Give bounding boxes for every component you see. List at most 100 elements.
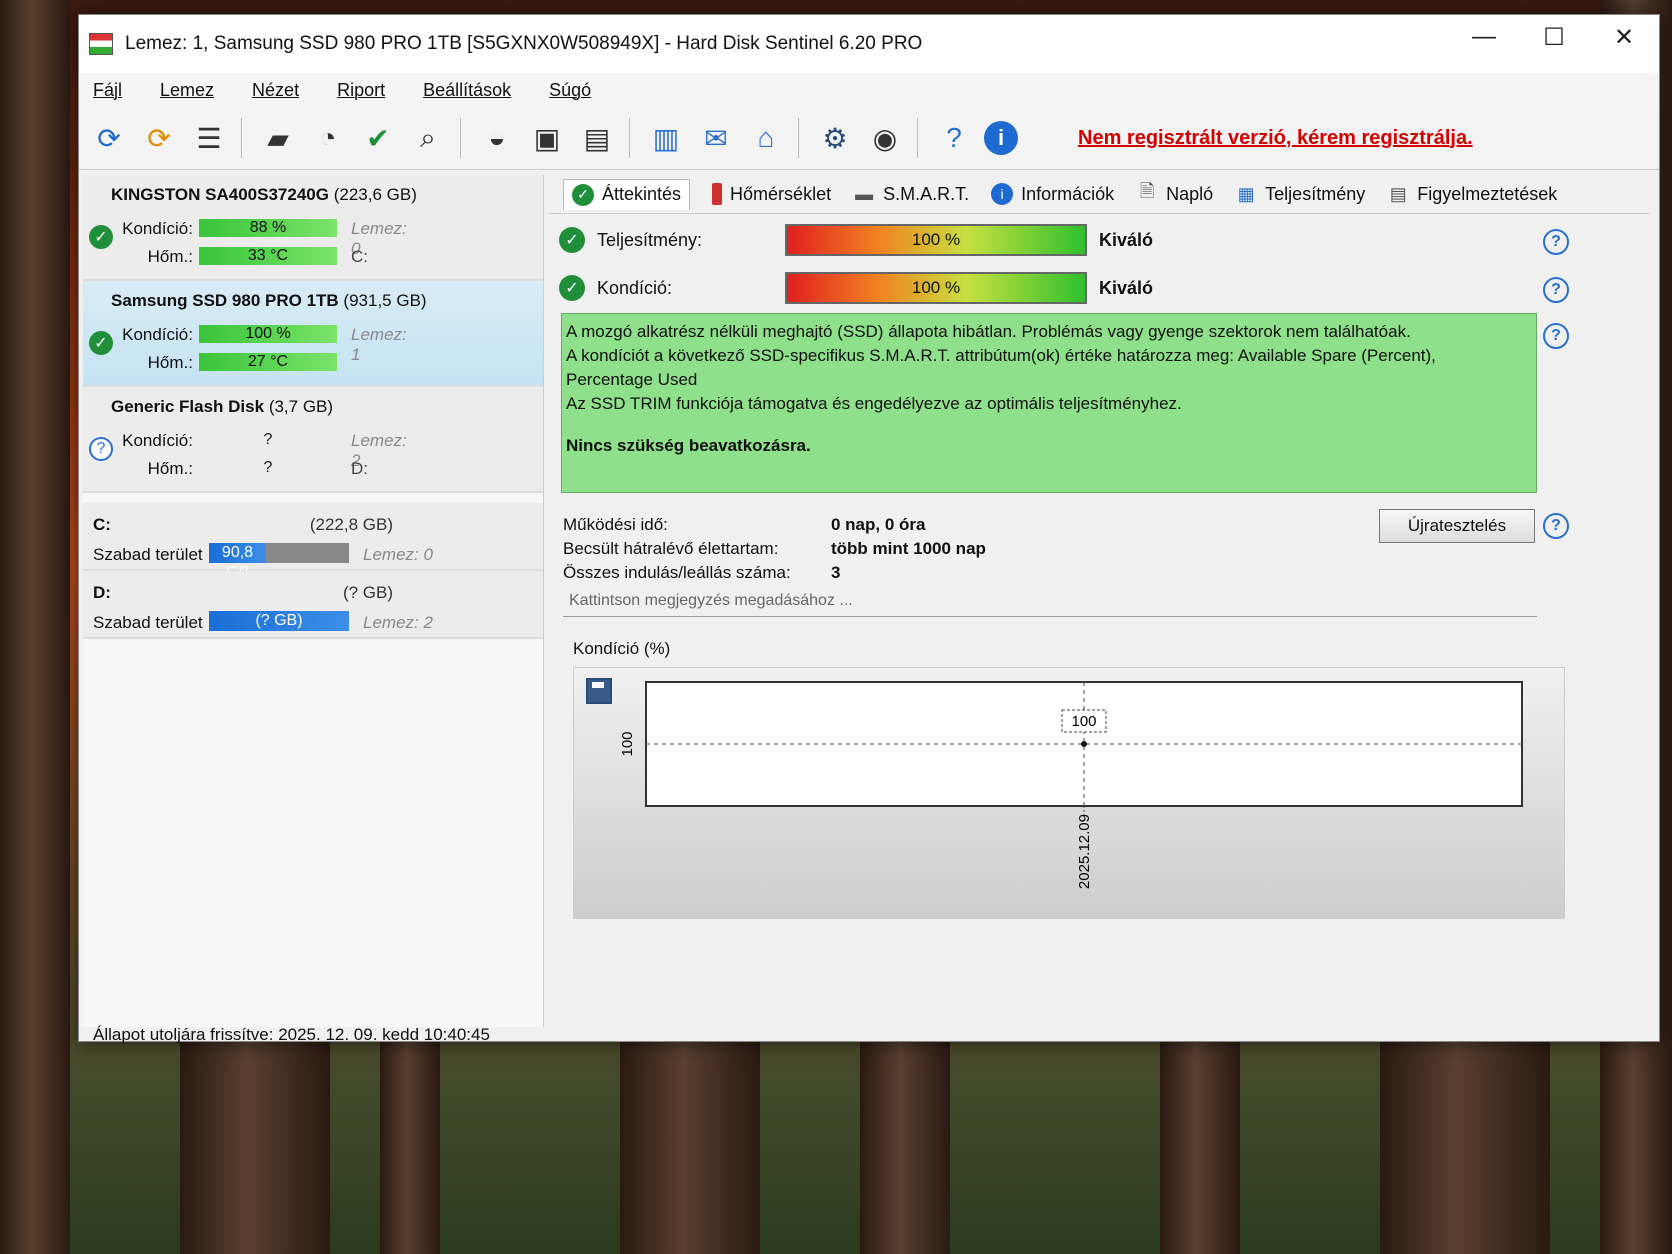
data-label: 100 [1071, 713, 1096, 730]
drive-icon[interactable]: ▰ [258, 118, 298, 158]
disk-item-samsung[interactable]: Samsung SSD 980 PRO 1TB (931,5 GB) ✓ Kon… [83, 281, 543, 387]
disk-size: (3,7 GB) [268, 397, 334, 416]
condition-label: Kondíció: [597, 277, 673, 298]
performance-label: Teljesítmény: [597, 229, 703, 250]
tab-alerts[interactable]: ▤ Figyelmeztetések [1387, 183, 1558, 205]
tab-overview[interactable]: ✓ Áttekintés [563, 178, 691, 210]
disk-stats: Működési idő: 0 nap, 0 óra Becsült hátral… [563, 515, 986, 587]
temp-bar: ? [263, 459, 273, 476]
tab-temperature[interactable]: Hőmérséklet [712, 183, 831, 205]
condition-bar: 88 % [199, 219, 337, 237]
report-icon[interactable]: ▥ [646, 118, 686, 158]
condition-label: Kondíció: [122, 219, 193, 238]
x-tick-label: 2025.12.09 [1076, 814, 1093, 889]
temp-bar: 33 °C [199, 247, 337, 265]
email-icon[interactable]: ✉ [696, 118, 736, 158]
help-icon[interactable]: ? [1543, 513, 1569, 539]
partition-c[interactable]: C: (222,8 GB) Szabad terület 90,8 GB Lem… [83, 503, 543, 581]
check-icon: ✓ [572, 183, 594, 206]
help-icon[interactable]: ? [1543, 277, 1569, 303]
register-link[interactable]: Nem regisztrált verzió, kérem regisztrál… [1078, 127, 1473, 150]
disk-size: (931,5 GB) [343, 291, 427, 310]
minimize-button[interactable]: — [1449, 15, 1519, 59]
help-icon[interactable]: ? [1543, 229, 1569, 255]
tab-information[interactable]: i Információk [991, 183, 1114, 205]
condition-chart: Kondíció (%) 100 100 2025.12.09 [563, 627, 1565, 919]
help-icon[interactable]: ? [934, 118, 974, 158]
drive-clock-icon[interactable]: ◔ [308, 118, 348, 158]
app-icon [89, 33, 113, 55]
tab-log[interactable]: 🗎 Napló [1136, 181, 1213, 205]
temp-label: Hőm.: [147, 247, 193, 266]
menu-settings[interactable]: Beállítások [423, 80, 511, 101]
menu-view[interactable]: Nézet [252, 80, 299, 101]
toolbar: ⟳ ⟳ ☰ ▰ ◔ ✔ ⌕ ◒ ▣ ▤ ▥ ✉ ⌂ ⚙ ◉ ? i Nem re… [79, 107, 1659, 170]
disk-item-kingston[interactable]: KINGSTON SA400S37240G (223,6 GB) ✓ Kondí… [83, 175, 543, 281]
retest-button[interactable]: Újratesztelés [1379, 509, 1535, 543]
chart-title: Kondíció (%) [573, 639, 671, 658]
partition-size: (? GB) [342, 583, 393, 602]
disk-name: KINGSTON SA400S37240G [111, 185, 329, 204]
info-icon[interactable]: i [984, 121, 1018, 155]
close-button[interactable]: ✕ [1589, 15, 1659, 59]
start-count-value: 3 [831, 563, 841, 582]
free-space-bar: 90,8 GB [209, 543, 266, 581]
network-drive-icon[interactable]: ▤ [577, 118, 617, 158]
note-input[interactable]: Kattintson megjegyzés megadásához ... [563, 585, 1537, 617]
uptime-label: Működési idő: [563, 515, 668, 534]
free-space-label: Szabad terület [93, 545, 203, 564]
maximize-button[interactable]: ☐ [1519, 15, 1589, 59]
alerts-icon: ▤ [1389, 183, 1407, 204]
condition-label: Kondíció: [122, 431, 193, 450]
temp-label: Hőm.: [147, 459, 193, 478]
menu-bar: Fájl Lemez Nézet Riport Beállítások Súgó [79, 73, 1659, 107]
performance-ok-icon: ✓ [559, 227, 585, 253]
info-icon: i [991, 183, 1014, 205]
usb-drive-icon[interactable]: ▣ [527, 118, 567, 158]
menu-report[interactable]: Riport [337, 80, 385, 101]
menu-help[interactable]: Súgó [549, 80, 591, 101]
overview-panel: ✓ Áttekintés Hőmérséklet ▬ S.M.A.R.T. i Inf… [549, 175, 1649, 1027]
recommendation-text: Nincs szükség beavatkozásra. [566, 436, 811, 455]
disk-number: Lemez: 2 [363, 613, 433, 632]
disk-number: Lemez: 1 [351, 325, 407, 364]
main-window: Lemez: 1, Samsung SSD 980 PRO 1TB [S5GXN… [78, 14, 1660, 1044]
temp-bar: 27 °C [199, 353, 337, 371]
network-icon[interactable]: ⌂ [746, 118, 786, 158]
document-icon: 🗎 [1139, 181, 1155, 201]
partition-size: (222,8 GB) [309, 515, 393, 534]
partition-d[interactable]: D: (? GB) Szabad terület (? GB) Lemez: 2 [83, 571, 543, 639]
tab-performance[interactable]: ▦ Teljesítmény [1235, 183, 1366, 205]
disk-item-generic-flash[interactable]: Generic Flash Disk (3,7 GB) ? Kondíció: … [83, 387, 543, 493]
y-tick-label: 100 [619, 731, 636, 756]
drive-check-icon[interactable]: ✔ [358, 118, 398, 158]
status-description: A mozgó alkatrész nélküli meghajtó (SSD)… [561, 313, 1537, 493]
refresh-warning-icon[interactable]: ⟳ [139, 118, 179, 158]
condition-ok-icon: ✓ [559, 275, 585, 301]
drive-letter: C: [351, 247, 368, 266]
start-count-label: Összes indulás/leállás száma: [563, 563, 791, 582]
disk-list-icon[interactable]: ☰ [189, 118, 229, 158]
hdd-icon[interactable]: ◒ [477, 118, 517, 158]
menu-disk[interactable]: Lemez [160, 80, 214, 101]
performance-row: ✓ Teljesítmény: 100 % Kiváló [559, 223, 1153, 257]
performance-bar: 100 % [785, 224, 1087, 256]
tab-smart[interactable]: ▬ S.M.A.R.T. [853, 183, 969, 205]
title-bar: Lemez: 1, Samsung SSD 980 PRO 1TB [S5GXN… [79, 15, 1659, 73]
disk-list-panel: KINGSTON SA400S37240G (223,6 GB) ✓ Kondí… [83, 175, 544, 1027]
menu-file[interactable]: Fájl [93, 80, 122, 101]
refresh-icon[interactable]: ⟳ [89, 118, 129, 158]
performance-text: Kiváló [1099, 229, 1154, 250]
speaker-icon[interactable]: ◉ [865, 118, 905, 158]
temp-label: Hőm.: [147, 353, 193, 372]
condition-row: ✓ Kondíció: 100 % Kiváló [559, 271, 1153, 305]
chart-svg: 100 100 2025.12.09 [619, 681, 1523, 889]
condition-bar: 100 % [199, 325, 337, 343]
condition-label: Kondíció: [122, 325, 193, 344]
drive-search-icon[interactable]: ⌕ [408, 118, 448, 158]
condition-bar: ? [263, 431, 273, 448]
help-icon[interactable]: ? [1543, 323, 1569, 349]
disk-number: Lemez: 0 [363, 545, 433, 564]
disk-size: (223,6 GB) [333, 185, 417, 204]
gear-icon[interactable]: ⚙ [815, 118, 855, 158]
